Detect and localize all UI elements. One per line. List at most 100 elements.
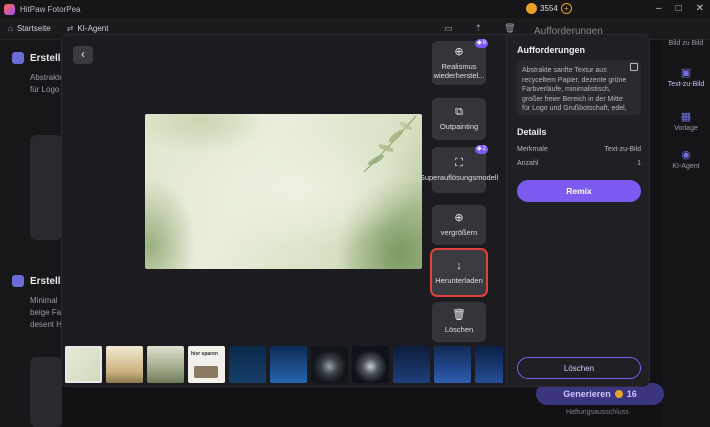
badge-count: 8 bbox=[482, 40, 486, 46]
tab-ai-agent[interactable]: ⇄ KI-Agent bbox=[67, 24, 109, 33]
maximize-icon[interactable]: □ bbox=[676, 3, 682, 14]
disclaimer-link[interactable]: Haftungsausschluss bbox=[566, 409, 629, 416]
coin-icon: ◆ bbox=[477, 146, 482, 152]
delete-button[interactable]: Löschen bbox=[517, 357, 641, 379]
detail-row: Anzahl 1 bbox=[517, 160, 641, 167]
mode-template[interactable]: ▦ Vorlage bbox=[662, 110, 710, 132]
bg-history-thumb[interactable] bbox=[30, 135, 62, 240]
mode-ai-agent[interactable]: ◉ KI-Agent bbox=[662, 148, 710, 170]
trash-icon[interactable]: 🗑 bbox=[504, 23, 515, 34]
badge-count: 2 bbox=[482, 146, 486, 152]
image-preview-modal: ‹ ⊕ Realismus wiederherstel... ◆ 8 ⧉ Outp… bbox=[62, 35, 649, 386]
top-toolbar: ▭ ⇡ 🗑 bbox=[444, 23, 516, 34]
thumbnail[interactable] bbox=[434, 346, 471, 383]
upscale-button[interactable]: ⊕ vergrößern bbox=[432, 205, 486, 245]
tool-label: Herunterladen bbox=[435, 275, 483, 285]
delete-image-button[interactable]: 🗑 Löschen bbox=[432, 302, 486, 342]
app-title: HitPaw FotorPea bbox=[20, 4, 81, 14]
mode-label: Bild zu Bild bbox=[668, 40, 704, 47]
mode-text-to-image[interactable]: ▣ Text-zu-Bild bbox=[662, 66, 710, 88]
mode-label: Text-zu-Bild bbox=[667, 81, 705, 88]
bg-history-item[interactable]: Erstellu bbox=[12, 275, 67, 287]
add-coins-icon[interactable]: + bbox=[560, 3, 572, 14]
coin-icon bbox=[526, 3, 537, 14]
thumbnail-product bbox=[194, 366, 218, 378]
mode-label: Vorlage bbox=[674, 125, 698, 132]
details-heading: Details bbox=[517, 127, 547, 137]
super-resolution-button[interactable]: ⛶ Superauflösungsmodell ◆ 2 bbox=[420, 145, 498, 193]
tool-label: Superauflösungsmodell bbox=[419, 173, 499, 182]
leaf-branch-graphic bbox=[363, 115, 417, 173]
details-panel: Aufforderungen Abstrakte sanfte Textur a… bbox=[506, 35, 649, 386]
detail-row: Merkmale Text-zu-Bild bbox=[517, 146, 641, 153]
title-bar: HitPaw FotorPea 3554 + – □ ✕ bbox=[0, 0, 710, 18]
coin-count: 3554 bbox=[540, 4, 558, 13]
tool-label: Realismus wiederherstel... bbox=[433, 61, 485, 80]
tab-ai-agent-label: KI-Agent bbox=[77, 24, 109, 33]
generate-cost: 16 bbox=[626, 389, 637, 399]
layout-icon[interactable]: ▭ bbox=[444, 23, 453, 34]
expand-icon: ⛶ bbox=[455, 157, 463, 169]
thumbnail[interactable] bbox=[65, 346, 102, 383]
back-button[interactable]: ‹ bbox=[73, 46, 93, 64]
close-icon[interactable]: ✕ bbox=[696, 3, 704, 14]
tool-label: vergrößern bbox=[440, 228, 478, 237]
preview-image bbox=[145, 114, 422, 269]
detail-key: Merkmale bbox=[517, 146, 548, 153]
tab-home[interactable]: ⌂ Startseite bbox=[8, 24, 51, 33]
prompt-text-box: Abstrakte sanfte Textur aus recyceltem P… bbox=[517, 60, 641, 115]
credit-badge: ◆ 2 bbox=[475, 145, 488, 154]
bg-history-text: Abstrakte bbox=[30, 73, 64, 82]
thumbnail-text: hier sparen bbox=[191, 351, 218, 357]
bg-mode-sidebar: Bild zu Bild ▣ Text-zu-Bild ▦ Vorlage ◉ KI-… bbox=[662, 40, 710, 427]
outpainting-button[interactable]: ⧉ Outpainting bbox=[432, 98, 486, 140]
thumbnail[interactable] bbox=[106, 346, 143, 383]
agent-icon: ⇄ bbox=[66, 24, 74, 33]
download-button[interactable]: ↓ Herunterladen bbox=[432, 250, 486, 295]
copy-icon[interactable] bbox=[630, 63, 638, 71]
bg-history-item[interactable]: Erstellu bbox=[12, 52, 67, 64]
detail-value: Text-zu-Bild bbox=[604, 146, 641, 153]
avatar bbox=[12, 52, 24, 64]
mode-label: KI-Agent bbox=[672, 163, 700, 170]
target-icon: ⊕ bbox=[454, 45, 464, 58]
generate-button[interactable]: Generieren 16 bbox=[536, 383, 664, 405]
text-image-icon: ▣ bbox=[680, 67, 692, 79]
minimize-icon[interactable]: – bbox=[656, 3, 662, 14]
bg-history-text: beige Fa bbox=[30, 308, 62, 317]
agent-icon: ◉ bbox=[681, 149, 691, 161]
remix-button[interactable]: Remix bbox=[517, 180, 641, 202]
avatar bbox=[12, 275, 24, 287]
thumbnail[interactable] bbox=[229, 346, 266, 383]
bg-history-text: Minimal bbox=[30, 296, 58, 305]
upload-icon[interactable]: ⇡ bbox=[475, 23, 483, 34]
template-icon: ▦ bbox=[680, 111, 692, 123]
thumbnail[interactable]: hier sparen bbox=[188, 346, 225, 383]
app-logo bbox=[4, 3, 15, 15]
thumbnail[interactable] bbox=[352, 346, 389, 383]
thumbnail[interactable] bbox=[475, 346, 503, 383]
coin-icon bbox=[614, 390, 623, 398]
window-controls: – □ ✕ bbox=[656, 3, 704, 14]
detail-value: 1 bbox=[637, 160, 641, 167]
bg-history-thumb[interactable] bbox=[30, 357, 62, 427]
restore-realism-button[interactable]: ⊕ Realismus wiederherstel... ◆ 8 bbox=[432, 39, 488, 85]
mode-image-to-image[interactable]: Bild zu Bild bbox=[662, 40, 710, 47]
prompt-heading: Aufforderungen bbox=[517, 45, 585, 55]
coin-icon: ◆ bbox=[477, 40, 482, 46]
detail-key: Anzahl bbox=[517, 160, 539, 167]
zoom-icon: ⊕ bbox=[454, 212, 464, 224]
thumbnail[interactable] bbox=[147, 346, 184, 383]
tool-label: Löschen bbox=[444, 325, 474, 334]
chevron-left-icon: ‹ bbox=[81, 47, 85, 61]
thumbnail[interactable] bbox=[393, 346, 430, 383]
tool-label: Outpainting bbox=[439, 122, 479, 131]
generate-label: Generieren bbox=[563, 389, 611, 399]
bg-history-text: für Logo bbox=[30, 85, 60, 94]
coin-balance[interactable]: 3554 + bbox=[526, 3, 572, 14]
outpaint-icon: ⧉ bbox=[455, 106, 463, 118]
thumbnail[interactable] bbox=[270, 346, 307, 383]
thumbnail[interactable] bbox=[311, 346, 348, 383]
credit-badge: ◆ 8 bbox=[475, 39, 488, 48]
trash-icon: 🗑 bbox=[452, 309, 466, 321]
